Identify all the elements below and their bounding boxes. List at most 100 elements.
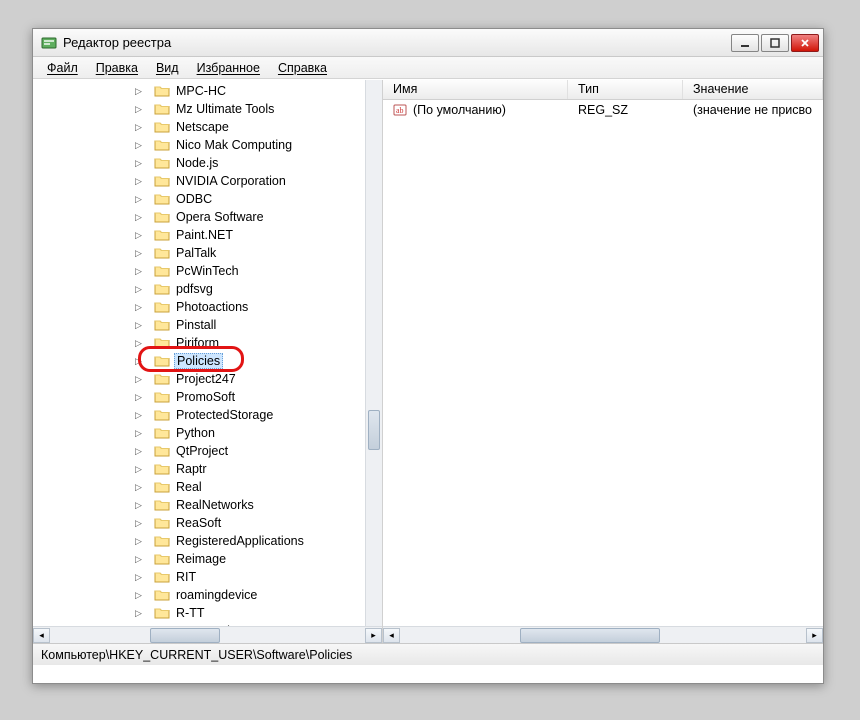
close-button[interactable] xyxy=(791,34,819,52)
tree-item[interactable]: ▷Photoactions xyxy=(33,298,382,316)
scroll-right-button[interactable]: ▸ xyxy=(365,628,382,643)
scroll-left-button[interactable]: ◂ xyxy=(383,628,400,643)
expand-icon[interactable]: ▷ xyxy=(133,446,144,457)
tree-item[interactable]: ▷Node.js xyxy=(33,154,382,172)
tree-item[interactable]: ▷Opera Software xyxy=(33,208,382,226)
scroll-left-button[interactable]: ◂ xyxy=(33,628,50,643)
tree-item[interactable]: ▷Mz Ultimate Tools xyxy=(33,100,382,118)
tree-item[interactable]: ▷ODBC xyxy=(33,190,382,208)
column-value[interactable]: Значение xyxy=(683,80,823,99)
menu-view[interactable]: Вид xyxy=(148,59,187,77)
expand-icon[interactable]: ▷ xyxy=(133,518,144,529)
values-horizontal-scrollbar[interactable]: ◂ ▸ xyxy=(383,626,823,643)
expand-icon[interactable]: ▷ xyxy=(133,284,144,295)
scrollbar-thumb[interactable] xyxy=(520,628,660,643)
tree-item[interactable]: ▷ProtectedStorage xyxy=(33,406,382,424)
expand-icon[interactable]: ▷ xyxy=(133,176,144,187)
tree-item[interactable]: ▷ Paint.NET xyxy=(33,226,382,244)
expand-icon[interactable]: ▷ xyxy=(133,392,144,403)
expand-icon[interactable]: ▷ xyxy=(133,86,144,97)
tree-item[interactable]: ▷Python xyxy=(33,424,382,442)
folder-icon xyxy=(154,534,170,548)
tree-item[interactable]: ▷Raptr xyxy=(33,460,382,478)
expand-icon[interactable]: ▷ xyxy=(133,320,144,331)
scroll-right-button[interactable]: ▸ xyxy=(806,628,823,643)
tree-item[interactable]: ▷Real xyxy=(33,478,382,496)
tree-item[interactable]: ▷Nico Mak Computing xyxy=(33,136,382,154)
tree-item[interactable]: ▷Policies xyxy=(33,352,382,370)
menubar: Файл Правка Вид Избранное Справка xyxy=(33,57,823,79)
expand-icon[interactable]: ▷ xyxy=(133,356,144,367)
expand-icon[interactable]: ▷ xyxy=(133,590,144,601)
tree-item[interactable]: ▷RegisteredApplications xyxy=(33,532,382,550)
expand-icon[interactable]: ▷ xyxy=(133,302,144,313)
expand-icon[interactable]: ▷ xyxy=(133,464,144,475)
expand-icon[interactable]: ▷ xyxy=(133,140,144,151)
expand-icon[interactable]: ▷ xyxy=(133,572,144,583)
tree-item[interactable]: ▷RealNetworks xyxy=(33,496,382,514)
expand-icon[interactable]: ▷ xyxy=(133,266,144,277)
titlebar[interactable]: Редактор реестра xyxy=(33,29,823,57)
column-name[interactable]: Имя xyxy=(383,80,568,99)
tree-item[interactable]: ▷roamingdevice xyxy=(33,586,382,604)
expand-icon[interactable]: ▷ xyxy=(133,410,144,421)
tree-item[interactable]: ▷PcWinTech xyxy=(33,262,382,280)
svg-text:ab: ab xyxy=(396,106,404,115)
folder-icon xyxy=(154,246,170,260)
maximize-button[interactable] xyxy=(761,34,789,52)
expand-icon[interactable]: ▷ xyxy=(133,158,144,169)
tree-vertical-scrollbar[interactable] xyxy=(365,80,382,626)
string-value-icon: ab xyxy=(393,103,407,117)
tree-item[interactable]: ▷Project247 xyxy=(33,370,382,388)
tree-item-label: Reimage xyxy=(174,552,228,566)
tree-item[interactable]: ▷pdfsvg xyxy=(33,280,382,298)
tree-item-label: Piriform xyxy=(174,336,221,350)
tree-item[interactable]: ▷R-TT xyxy=(33,604,382,622)
expand-icon[interactable]: ▷ xyxy=(133,122,144,133)
expand-icon[interactable]: ▷ xyxy=(133,248,144,259)
tree-horizontal-scrollbar[interactable]: ◂ ▸ xyxy=(33,626,382,643)
tree-item-label: Paint.NET xyxy=(174,228,235,242)
tree-scroll[interactable]: ▷MPC-HC▷Mz Ultimate Tools▷Netscape▷Nico … xyxy=(33,80,382,626)
values-list[interactable]: ab (По умолчанию) REG_SZ (значение не пр… xyxy=(383,100,823,626)
folder-icon xyxy=(154,300,170,314)
scrollbar-thumb[interactable] xyxy=(150,628,220,643)
expand-icon[interactable]: ▷ xyxy=(133,554,144,565)
values-header: Имя Тип Значение xyxy=(383,80,823,100)
tree-item[interactable]: ▷PromoSoft xyxy=(33,388,382,406)
expand-icon[interactable]: ▷ xyxy=(133,194,144,205)
expand-icon[interactable]: ▷ xyxy=(133,482,144,493)
expand-icon[interactable]: ▷ xyxy=(133,104,144,115)
scrollbar-track[interactable] xyxy=(50,628,365,643)
value-row[interactable]: ab (По умолчанию) REG_SZ (значение не пр… xyxy=(383,100,823,120)
tree-item[interactable]: ▷QtProject xyxy=(33,442,382,460)
tree-item[interactable]: ▷ReaSoft xyxy=(33,514,382,532)
expand-icon[interactable]: ▷ xyxy=(133,428,144,439)
expand-icon[interactable]: ▷ xyxy=(133,500,144,511)
minimize-button[interactable] xyxy=(731,34,759,52)
menu-edit[interactable]: Правка xyxy=(88,59,146,77)
tree-item[interactable]: ▷Netscape xyxy=(33,118,382,136)
expand-icon[interactable]: ▷ xyxy=(133,338,144,349)
expand-icon[interactable]: ▷ xyxy=(133,536,144,547)
scrollbar-track[interactable] xyxy=(400,628,806,643)
menu-help[interactable]: Справка xyxy=(270,59,335,77)
tree-item[interactable]: ▷PalTalk xyxy=(33,244,382,262)
tree-item[interactable]: ▷ Piriform xyxy=(33,334,382,352)
menu-file[interactable]: Файл xyxy=(39,59,86,77)
expand-icon[interactable]: ▷ xyxy=(133,608,144,619)
expand-icon[interactable]: ▷ xyxy=(133,212,144,223)
expand-icon[interactable]: ▷ xyxy=(133,374,144,385)
menu-favorites[interactable]: Избранное xyxy=(189,59,268,77)
tree-item[interactable]: ▷NVIDIA Corporation xyxy=(33,172,382,190)
tree-item[interactable]: ▷ Reimage xyxy=(33,550,382,568)
scrollbar-thumb[interactable] xyxy=(368,410,380,450)
column-type[interactable]: Тип xyxy=(568,80,683,99)
expand-icon[interactable]: ▷ xyxy=(133,230,144,241)
folder-icon xyxy=(154,588,170,602)
tree-item[interactable]: ▷RIT xyxy=(33,568,382,586)
tree-item[interactable]: ▷Pinstall xyxy=(33,316,382,334)
tree-item[interactable]: ▷MPC-HC xyxy=(33,82,382,100)
value-data: (значение не присво xyxy=(683,103,823,117)
folder-icon xyxy=(154,462,170,476)
